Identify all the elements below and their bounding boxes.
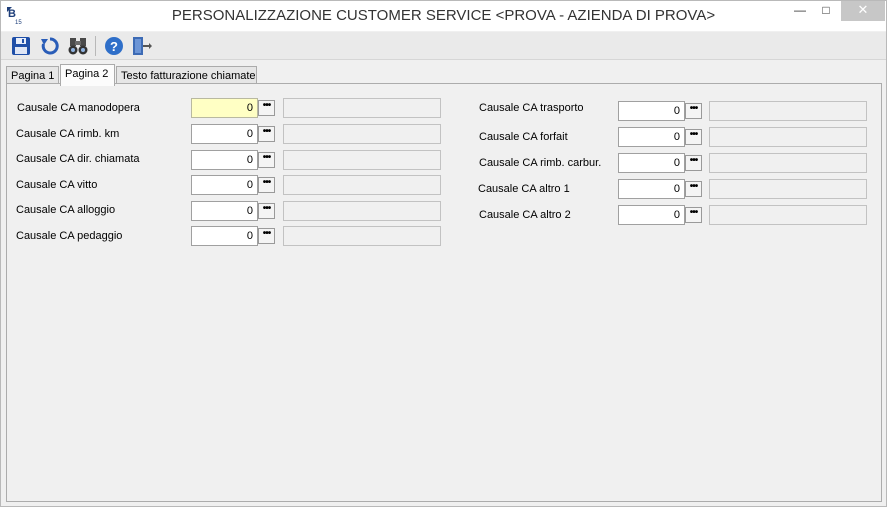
causale-ca-rimb-carbur-description <box>709 153 867 173</box>
label-causale-ca-trasporto: Causale CA trasporto <box>479 102 584 114</box>
causale-ca-forfait-lookup-button[interactable]: ••• <box>685 129 702 145</box>
toolbar: ? <box>1 32 886 60</box>
causale-ca-dir-chiamata-input[interactable]: 0 <box>191 150 258 170</box>
label-causale-ca-pedaggio: Causale CA pedaggio <box>16 230 123 242</box>
causale-ca-forfait-description <box>709 127 867 147</box>
exit-door-icon <box>130 37 152 61</box>
causale-ca-vitto-lookup-button[interactable]: ••• <box>258 177 275 193</box>
label-causale-ca-alloggio: Causale CA alloggio <box>16 204 116 216</box>
causale-ca-vitto-description <box>283 175 441 195</box>
main-window: B 15 PERSONALIZZAZIONE CUSTOMER SERVICE … <box>0 0 887 507</box>
causale-ca-manodopera-description <box>283 98 441 118</box>
exit-button[interactable] <box>130 35 152 57</box>
title-bar: B 15 PERSONALIZZAZIONE CUSTOMER SERVICE … <box>1 1 886 31</box>
causale-ca-alloggio-input[interactable]: 0 <box>191 201 258 221</box>
tab-panel-pagina-2: Causale CA manodopera 0 ••• Causale CA r… <box>6 83 882 502</box>
causale-ca-altro-2-input[interactable]: 0 <box>618 205 685 225</box>
close-button[interactable]: ✕ <box>841 1 885 21</box>
causale-ca-rimb-carbur-input[interactable]: 0 <box>618 153 685 173</box>
causale-ca-alloggio-lookup-button[interactable]: ••• <box>258 203 275 219</box>
causale-ca-pedaggio-description <box>283 226 441 246</box>
causale-ca-vitto-input[interactable]: 0 <box>191 175 258 195</box>
label-causale-ca-dir-chiamata: Causale CA dir. chiamata <box>16 153 140 165</box>
refresh-button[interactable] <box>39 35 61 57</box>
save-button[interactable] <box>10 35 32 57</box>
help-button[interactable]: ? <box>103 35 125 57</box>
refresh-icon <box>39 37 61 61</box>
causale-ca-altro-1-description <box>709 179 867 199</box>
maximize-button[interactable]: □ <box>813 1 839 21</box>
label-causale-ca-altro-1: Causale CA altro 1 <box>478 183 570 195</box>
causale-ca-manodopera-lookup-button[interactable]: ••• <box>258 100 275 116</box>
causale-ca-altro-1-lookup-button[interactable]: ••• <box>685 181 702 197</box>
causale-ca-dir-chiamata-description <box>283 150 441 170</box>
tab-pagina-2[interactable]: Pagina 2 <box>60 64 115 86</box>
label-causale-ca-altro-2: Causale CA altro 2 <box>479 209 571 221</box>
search-button[interactable] <box>67 35 89 57</box>
label-causale-ca-manodopera: Causale CA manodopera <box>17 102 140 114</box>
causale-ca-altro-1-input[interactable]: 0 <box>618 179 685 199</box>
label-causale-ca-forfait: Causale CA forfait <box>479 131 568 143</box>
minimize-button[interactable]: — <box>787 1 813 21</box>
causale-ca-pedaggio-lookup-button[interactable]: ••• <box>258 228 275 244</box>
causale-ca-trasporto-lookup-button[interactable]: ••• <box>685 103 702 119</box>
svg-text:?: ? <box>110 39 118 54</box>
causale-ca-alloggio-description <box>283 201 441 221</box>
causale-ca-rimb-km-input[interactable]: 0 <box>191 124 258 144</box>
causale-ca-trasporto-description <box>709 101 867 121</box>
causale-ca-rimb-carbur-lookup-button[interactable]: ••• <box>685 155 702 171</box>
causale-ca-rimb-km-lookup-button[interactable]: ••• <box>258 126 275 142</box>
toolbar-separator <box>95 36 96 56</box>
causale-ca-pedaggio-input[interactable]: 0 <box>191 226 258 246</box>
label-causale-ca-rimb-carbur: Causale CA rimb. carbur. <box>479 157 602 169</box>
help-icon: ? <box>103 37 125 61</box>
causale-ca-altro-2-lookup-button[interactable]: ••• <box>685 207 702 223</box>
causale-ca-trasporto-input[interactable]: 0 <box>618 101 685 121</box>
save-icon <box>10 37 32 61</box>
causale-ca-rimb-km-description <box>283 124 441 144</box>
label-causale-ca-vitto: Causale CA vitto <box>16 179 98 191</box>
search-binoculars-icon <box>67 38 89 61</box>
label-causale-ca-rimb-km: Causale CA rimb. km <box>16 128 120 140</box>
window-title: PERSONALIZZAZIONE CUSTOMER SERVICE <PROV… <box>171 7 716 24</box>
causale-ca-forfait-input[interactable]: 0 <box>618 127 685 147</box>
causale-ca-dir-chiamata-lookup-button[interactable]: ••• <box>258 152 275 168</box>
causale-ca-manodopera-input[interactable]: 0 <box>191 98 258 118</box>
causale-ca-altro-2-description <box>709 205 867 225</box>
tab-strip: Pagina 1 Pagina 2 Testo fatturazione chi… <box>6 64 881 86</box>
